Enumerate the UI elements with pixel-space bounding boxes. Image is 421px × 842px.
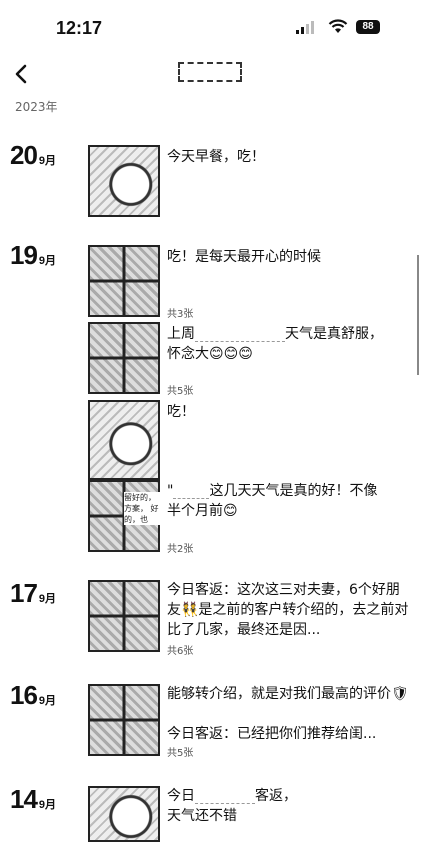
image-count: 共6张 (167, 646, 194, 657)
date-label: 17 9月 (10, 578, 56, 609)
battery-icon: 88 (356, 20, 380, 34)
post-text[interactable]: 能够转介绍，就是对我们最高的评价🛡 (167, 684, 413, 704)
post-text[interactable]: 今日客返：已经把你们推荐给闺... (167, 724, 413, 744)
date-label: 14 9月 (10, 784, 56, 815)
post-text-part: 上周 (167, 326, 195, 342)
date-label: 16 9月 (10, 680, 56, 711)
post-text[interactable]: 今日 客返， 天气还不错 (167, 786, 413, 826)
post-thumbnail[interactable] (88, 580, 160, 652)
image-count: 共5张 (167, 748, 194, 759)
post-text[interactable]: 今日客返：这次这三对夫妻，6个好朋友👯是之前的客户转介绍的，去之前对比了几家，最… (167, 580, 413, 640)
signal-icon (296, 21, 314, 34)
status-bar: 12:17 88 (0, 0, 421, 56)
month-label: 9月 (38, 695, 57, 707)
status-time: 12:17 (56, 18, 103, 38)
post-thumbnail[interactable] (88, 684, 160, 756)
image-count: 共3张 (167, 309, 194, 320)
post-thumbnail[interactable] (88, 786, 160, 842)
post-text[interactable]: " 这几天天气是真的好！不像 半个月前😊 (167, 481, 413, 521)
post-text[interactable]: 今天早餐，吃！ (167, 147, 413, 167)
month-label: 9月 (38, 593, 57, 605)
month-label: 9月 (38, 155, 57, 167)
image-count: 共5张 (167, 386, 194, 397)
day-number: 19 (10, 240, 38, 270)
date-label: 20 9月 (10, 140, 56, 171)
redacted-text (195, 327, 285, 342)
image-count: 共2张 (167, 544, 194, 555)
redacted-text (173, 484, 210, 499)
redacted-text (195, 789, 255, 804)
day-number: 14 (10, 784, 38, 814)
post-text[interactable]: 吃！ (167, 402, 413, 422)
post-thumbnail[interactable] (88, 322, 160, 394)
date-label: 19 9月 (10, 240, 56, 271)
post-text[interactable]: 吃！是每天最开心的时候 (167, 247, 413, 267)
thumbnail-caption: 留好的， 方案， 好的，也 (124, 492, 160, 525)
post-text-part: 今日 (167, 788, 195, 804)
page-title-redacted (178, 62, 242, 82)
day-number: 17 (10, 578, 38, 608)
wifi-icon (328, 19, 348, 33)
month-label: 9月 (38, 799, 57, 811)
back-arrow-icon[interactable] (10, 60, 34, 88)
day-number: 16 (10, 680, 38, 710)
scrollbar[interactable] (417, 255, 419, 375)
post-thumbnail[interactable] (88, 400, 160, 480)
year-label: 2023年 (15, 100, 58, 114)
month-label: 9月 (38, 255, 57, 267)
post-thumbnail[interactable] (88, 245, 160, 317)
post-thumbnail[interactable] (88, 145, 160, 217)
day-number: 20 (10, 140, 38, 170)
post-text[interactable]: 上周 天气是真舒服， 怀念大😊😊😊 (167, 324, 413, 364)
nav-bar (0, 56, 421, 92)
